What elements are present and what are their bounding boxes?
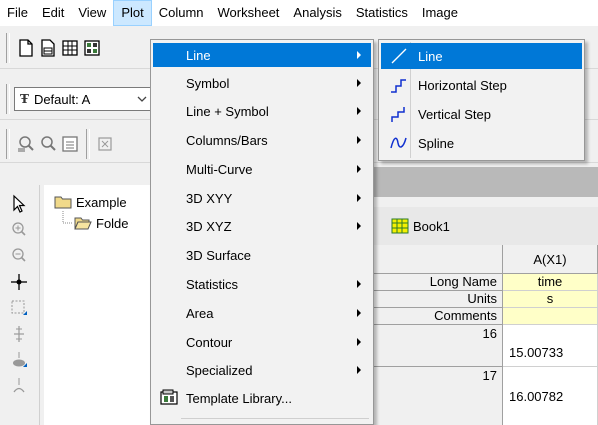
- new-workbook-icon[interactable]: [38, 38, 58, 58]
- folder-icon: [54, 196, 72, 209]
- zoom-region-icon[interactable]: [16, 134, 36, 154]
- menu-statistics[interactable]: Statistics: [349, 0, 415, 26]
- tree-item-label: Example: [76, 194, 127, 210]
- menu-edit[interactable]: Edit: [35, 0, 71, 26]
- row-label-comments: Comments: [373, 308, 503, 325]
- region-select-icon[interactable]: [8, 297, 30, 319]
- plot-menu-item-area[interactable]: Area: [153, 301, 371, 325]
- workbook-window: Book1 A(X1) Long Name time Units s Comme…: [373, 207, 598, 425]
- toolbar-grip[interactable]: [6, 84, 10, 114]
- workbook-title-bar[interactable]: Book1: [373, 207, 598, 245]
- column-header-a[interactable]: A(X1): [503, 245, 598, 274]
- submenu-arrow-icon: [357, 338, 361, 346]
- workbook-icon: [391, 218, 409, 234]
- long-name-cell[interactable]: time: [503, 274, 598, 291]
- submenu-arrow-icon: [357, 194, 361, 202]
- mask-tool-icon[interactable]: [8, 375, 30, 397]
- toolbar-grip[interactable]: [6, 33, 10, 63]
- submenu-arrow-icon: [357, 107, 361, 115]
- plot-menu-item-columns-bars[interactable]: Columns/Bars: [153, 128, 371, 152]
- submenu-arrow-icon: [357, 79, 361, 87]
- menu-file[interactable]: File: [0, 0, 35, 26]
- row-header-16[interactable]: 16: [373, 325, 503, 367]
- tree-item-example[interactable]: Example: [54, 193, 127, 211]
- chevron-down-icon[interactable]: [137, 95, 147, 103]
- data-cell[interactable]: 16.00782: [503, 367, 598, 425]
- mdi-background: [373, 167, 598, 197]
- submenu-arrow-icon: [357, 165, 361, 173]
- line-submenu-item-horizontal-step[interactable]: Horizontal Step: [381, 72, 582, 98]
- toolbar-grip[interactable]: [6, 129, 10, 159]
- comments-cell[interactable]: [503, 308, 598, 325]
- new-worksheet-icon[interactable]: [60, 38, 80, 58]
- template-library-icon: [160, 389, 178, 405]
- line-submenu-item-line[interactable]: Line: [381, 43, 582, 69]
- row-label-units: Units: [373, 291, 503, 308]
- submenu-arrow-icon: [357, 222, 361, 230]
- plot-menu-item-multi-curve[interactable]: Multi-Curve: [153, 157, 371, 181]
- line-submenu-item-spline[interactable]: Spline: [381, 130, 582, 156]
- zoom-in-icon[interactable]: [8, 219, 30, 241]
- menu-view[interactable]: View: [71, 0, 113, 26]
- plot-menu-item-specialized[interactable]: Specialized: [153, 358, 371, 382]
- layer-tool-icon[interactable]: [96, 134, 116, 154]
- zoom-out-icon[interactable]: [38, 134, 58, 154]
- workbook-title: Book1: [413, 218, 450, 234]
- project-explorer: Example Folde: [44, 185, 154, 425]
- submenu-arrow-icon: [357, 366, 361, 374]
- line-submenu: Line Horizontal Step Vertical Step Splin…: [378, 39, 585, 161]
- plot-menu-item-statistics[interactable]: Statistics: [153, 272, 371, 296]
- tools-strip: [0, 185, 40, 425]
- tree-connector: [62, 211, 73, 224]
- plot-menu-item-contour[interactable]: Contour: [153, 330, 371, 354]
- new-matrix-icon[interactable]: [82, 38, 102, 58]
- submenu-arrow-icon: [357, 309, 361, 317]
- plot-menu: Line Symbol Line + Symbol Columns/Bars M…: [150, 39, 374, 425]
- plot-menu-item-3d-xyy[interactable]: 3D XYY: [153, 186, 371, 210]
- units-cell[interactable]: s: [503, 291, 598, 308]
- font-combo[interactable]: Ŧ Default: A: [14, 87, 152, 111]
- tree-item-label: Folde: [96, 215, 129, 231]
- line-submenu-item-vertical-step[interactable]: Vertical Step: [381, 101, 582, 127]
- horizontal-step-icon: [391, 79, 406, 93]
- zoom-out-icon[interactable]: [8, 245, 30, 267]
- menu-column[interactable]: Column: [152, 0, 211, 26]
- data-cell[interactable]: 15.00733: [503, 325, 598, 367]
- toolbar-separator: [86, 129, 90, 159]
- row-label-long-name: Long Name: [373, 274, 503, 291]
- new-project-icon[interactable]: [16, 38, 36, 58]
- data-reader-icon[interactable]: [8, 271, 30, 293]
- plot-menu-item-template-library[interactable]: Template Library...: [153, 386, 371, 410]
- open-folder-icon: [74, 217, 92, 230]
- plot-menu-item-3d-surface[interactable]: 3D Surface: [153, 243, 371, 267]
- row-header-17[interactable]: 17: [373, 367, 503, 425]
- plot-menu-item-line[interactable]: Line: [153, 43, 371, 67]
- vertical-step-icon: [391, 107, 405, 122]
- tree-item-folder[interactable]: Folde: [74, 214, 129, 232]
- menu-analysis[interactable]: Analysis: [286, 0, 348, 26]
- truetype-font-icon: Ŧ: [20, 92, 29, 106]
- menu-plot[interactable]: Plot: [113, 0, 152, 26]
- submenu-arrow-icon: [357, 280, 361, 288]
- corner-header[interactable]: [373, 245, 503, 274]
- pointer-icon[interactable]: [8, 193, 30, 215]
- draw-data-icon[interactable]: [8, 349, 30, 371]
- submenu-arrow-icon: [357, 136, 361, 144]
- screen-reader-icon[interactable]: [8, 323, 30, 345]
- plot-menu-item-3d-xyz[interactable]: 3D XYZ: [153, 214, 371, 238]
- window-icon[interactable]: [60, 134, 80, 154]
- menu-image[interactable]: Image: [415, 0, 465, 26]
- submenu-arrow-icon: [357, 51, 361, 59]
- menu-separator: [181, 418, 369, 419]
- menu-bar: File Edit View Plot Column Worksheet Ana…: [0, 0, 598, 26]
- line-plot-icon: [391, 48, 407, 64]
- font-combo-value: Default: A: [33, 91, 91, 107]
- plot-menu-item-symbol[interactable]: Symbol: [153, 71, 371, 95]
- spline-icon: [390, 137, 407, 149]
- menu-worksheet[interactable]: Worksheet: [211, 0, 287, 26]
- plot-menu-item-line-symbol[interactable]: Line + Symbol: [153, 99, 371, 123]
